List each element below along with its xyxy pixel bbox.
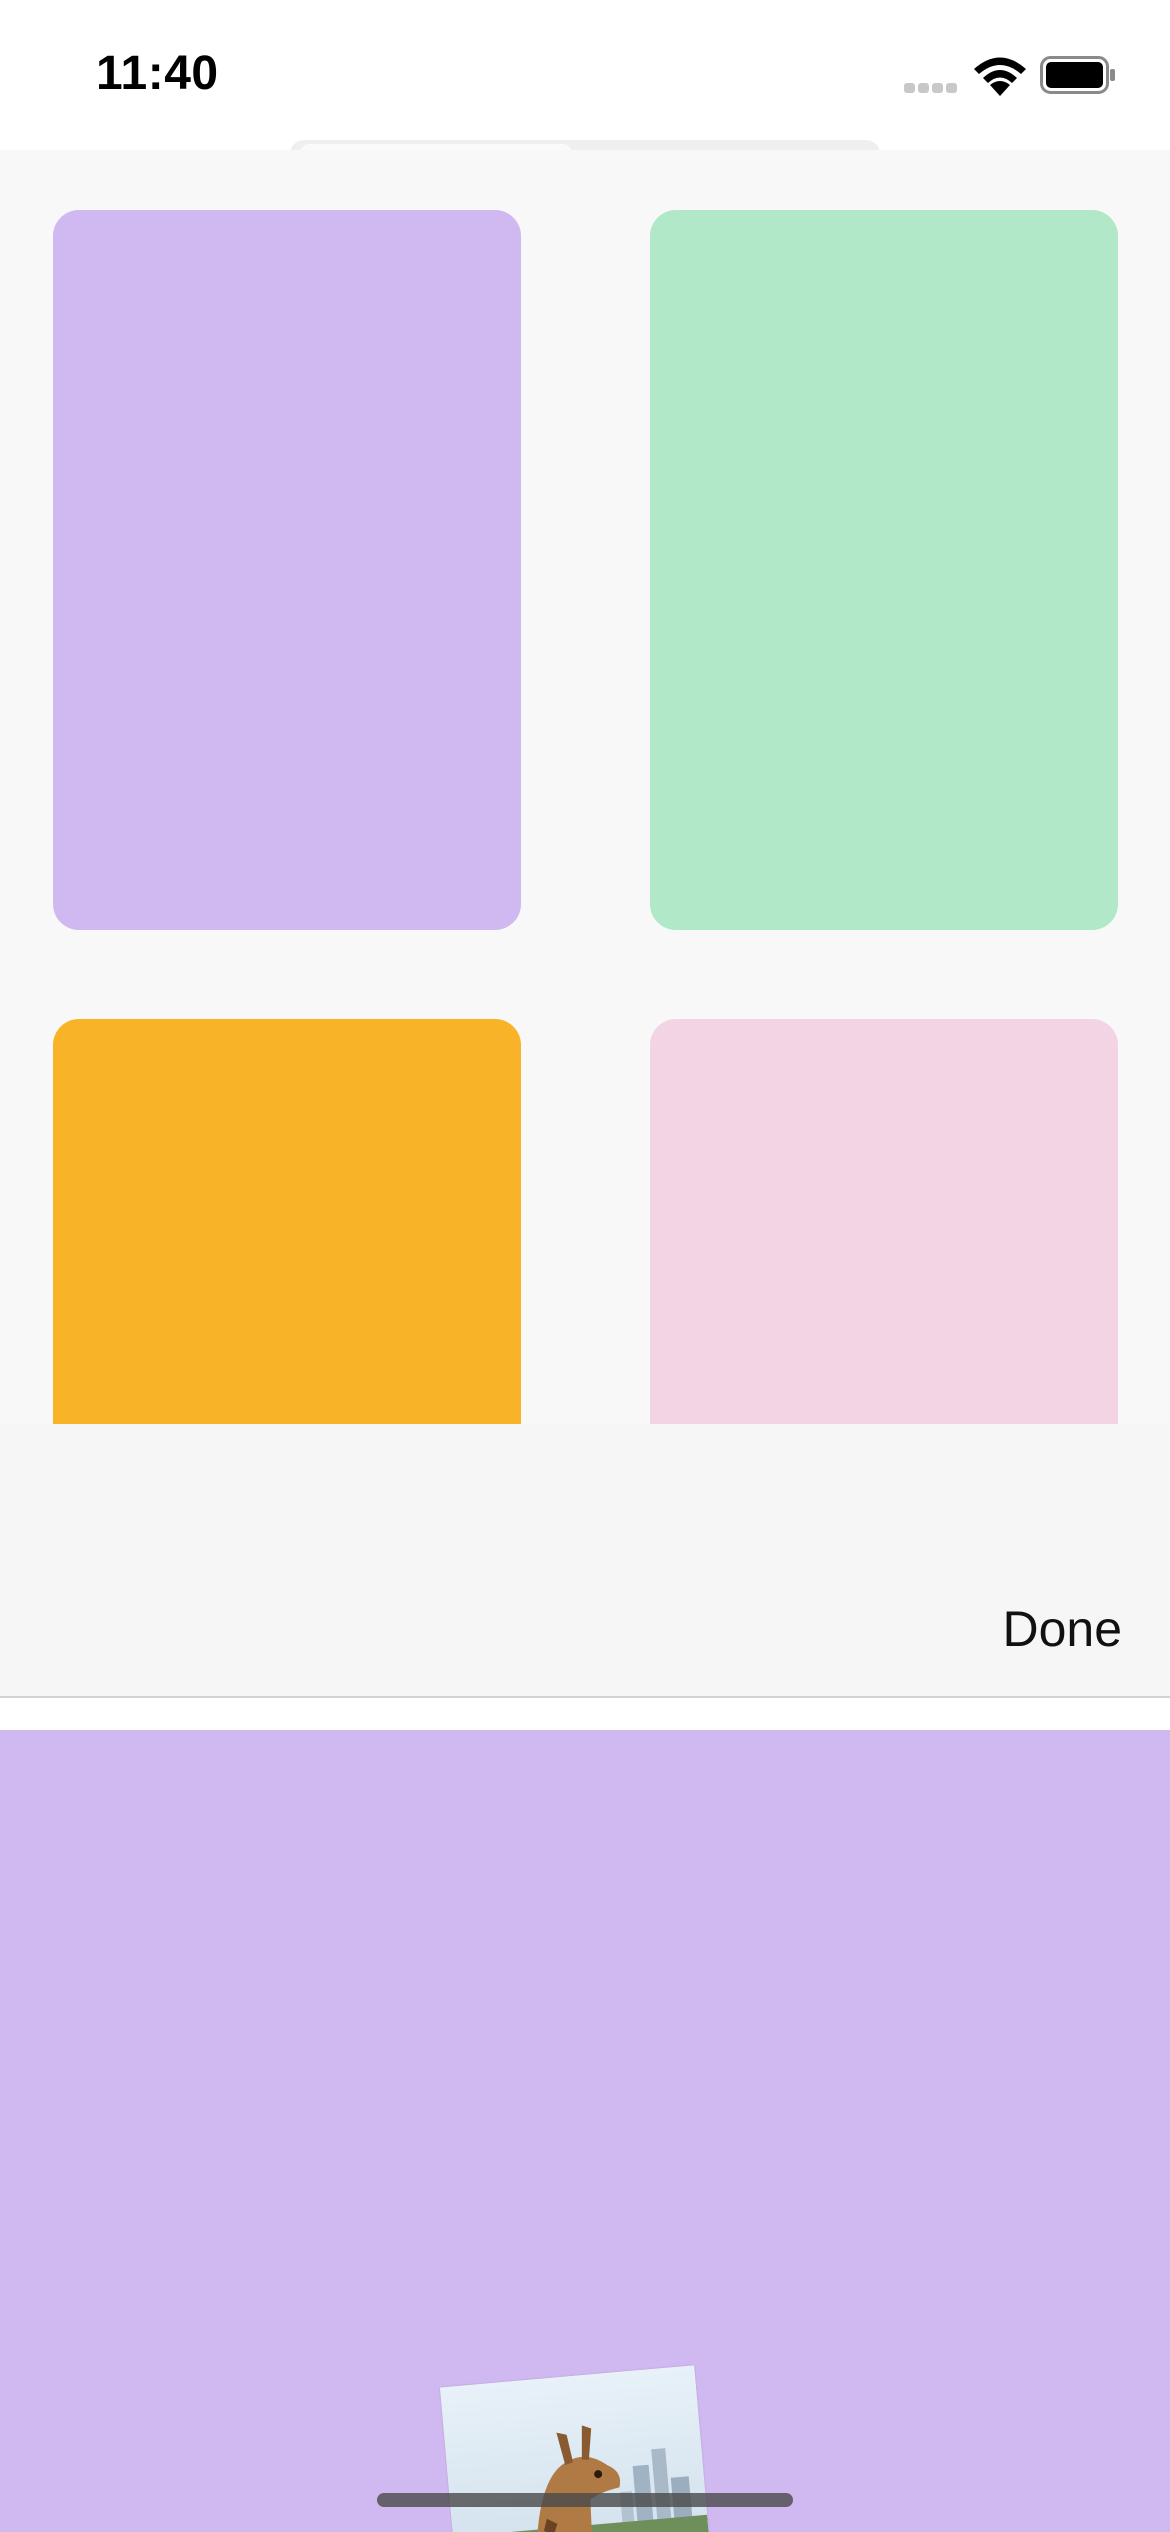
color-gallery xyxy=(0,150,1170,1424)
giraffe-photo-sticker[interactable] xyxy=(440,2365,715,2532)
battery-icon xyxy=(1040,56,1115,94)
done-button[interactable]: Done xyxy=(1002,1600,1122,1658)
toolbar: Done xyxy=(0,1424,1170,1696)
cellular-signal-icon xyxy=(904,80,960,93)
swatch-purple[interactable] xyxy=(53,210,521,930)
preview-canvas[interactable] xyxy=(0,1730,1170,2532)
giraffe-photo xyxy=(440,2365,715,2532)
status-time: 11:40 xyxy=(96,47,219,100)
status-bar: 11:40 xyxy=(0,0,1170,150)
spacer xyxy=(0,1698,1170,1730)
home-indicator xyxy=(377,2493,793,2507)
swatch-green[interactable] xyxy=(650,210,1118,930)
wifi-icon xyxy=(974,57,1026,96)
swatch-pink[interactable] xyxy=(650,1019,1118,1424)
swatch-orange[interactable] xyxy=(53,1019,521,1424)
